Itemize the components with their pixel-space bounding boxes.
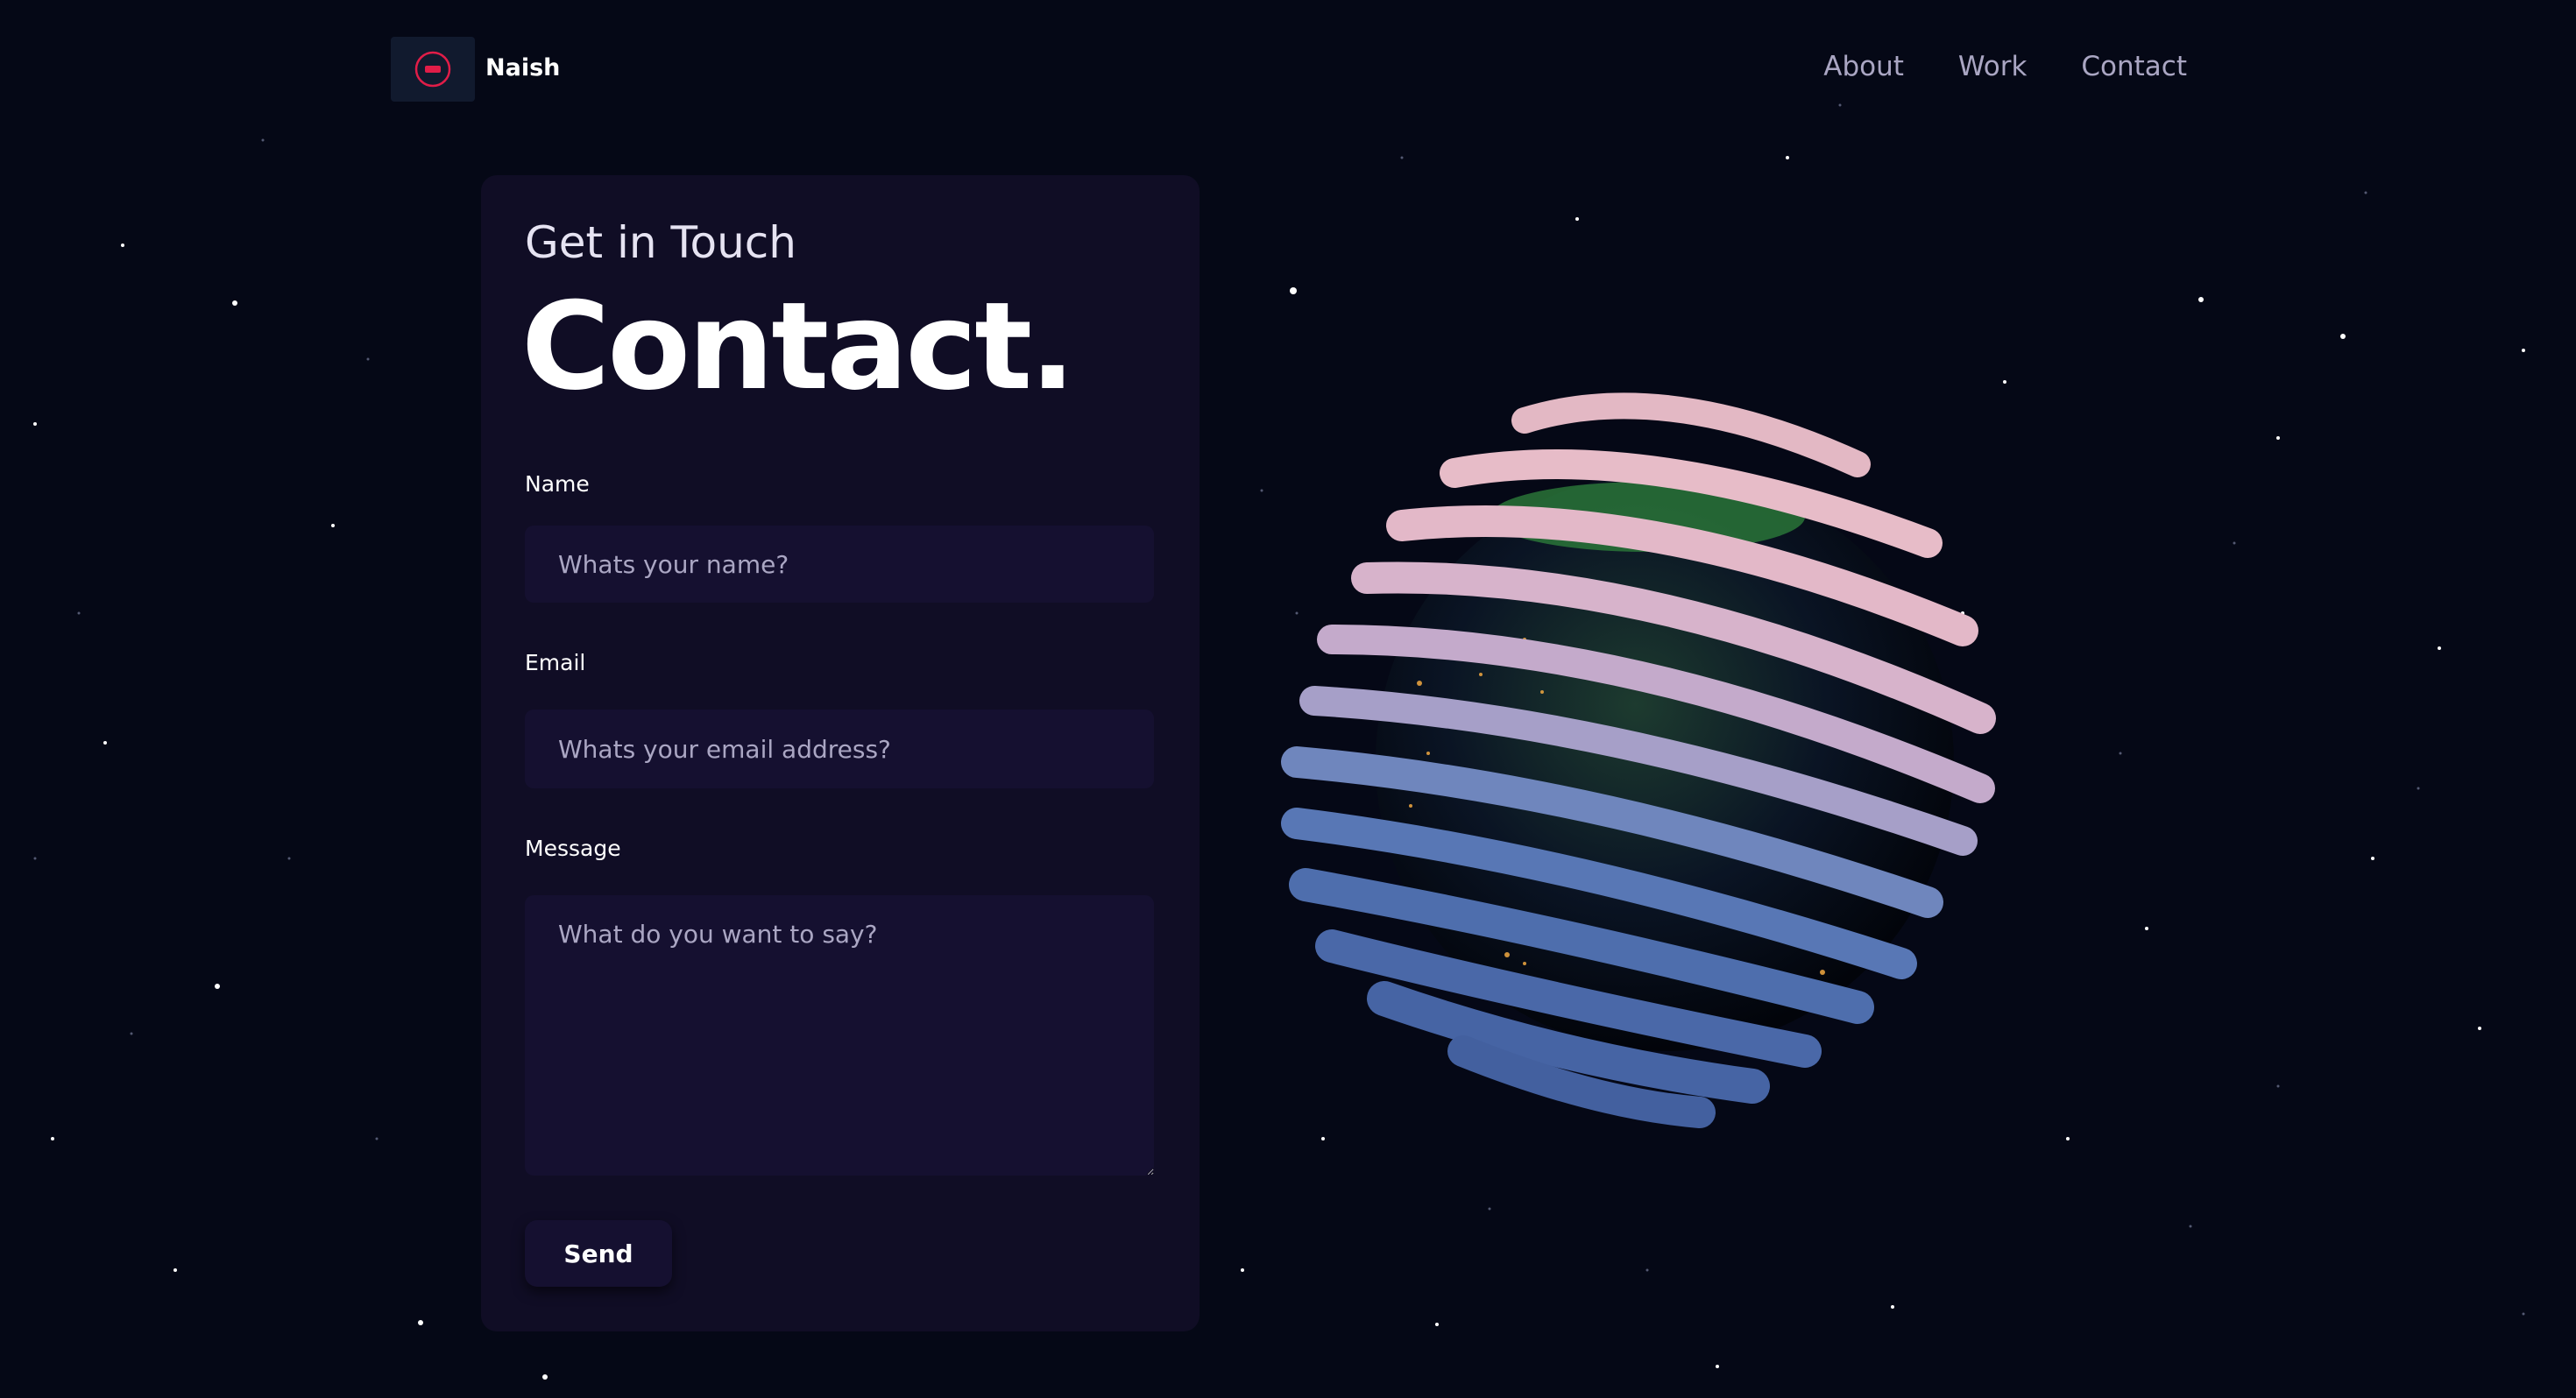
contact-form-card: Get in Touch Contact. Name Email Message… — [481, 175, 1200, 1331]
message-label: Message — [525, 836, 621, 861]
nav-link-contact[interactable]: Contact — [2081, 51, 2187, 82]
logo-button[interactable] — [391, 37, 475, 102]
nav-links: About Work Contact — [1823, 51, 2187, 82]
nav-link-work[interactable]: Work — [1958, 51, 2028, 82]
name-label: Name — [525, 471, 590, 497]
name-input[interactable] — [525, 526, 1154, 603]
section-subtitle: Get in Touch — [525, 217, 796, 268]
send-button[interactable]: Send — [525, 1220, 672, 1287]
navbar: Naish About Work Contact — [391, 37, 2187, 102]
nav-link-about[interactable]: About — [1823, 51, 1904, 82]
logo-icon — [414, 51, 451, 88]
brand-name[interactable]: Naish — [485, 54, 560, 81]
email-input[interactable] — [525, 710, 1154, 788]
section-title: Contact. — [521, 276, 1076, 417]
message-textarea[interactable] — [525, 895, 1154, 1176]
email-label: Email — [525, 650, 586, 675]
earth-illustration — [1281, 392, 1996, 1128]
